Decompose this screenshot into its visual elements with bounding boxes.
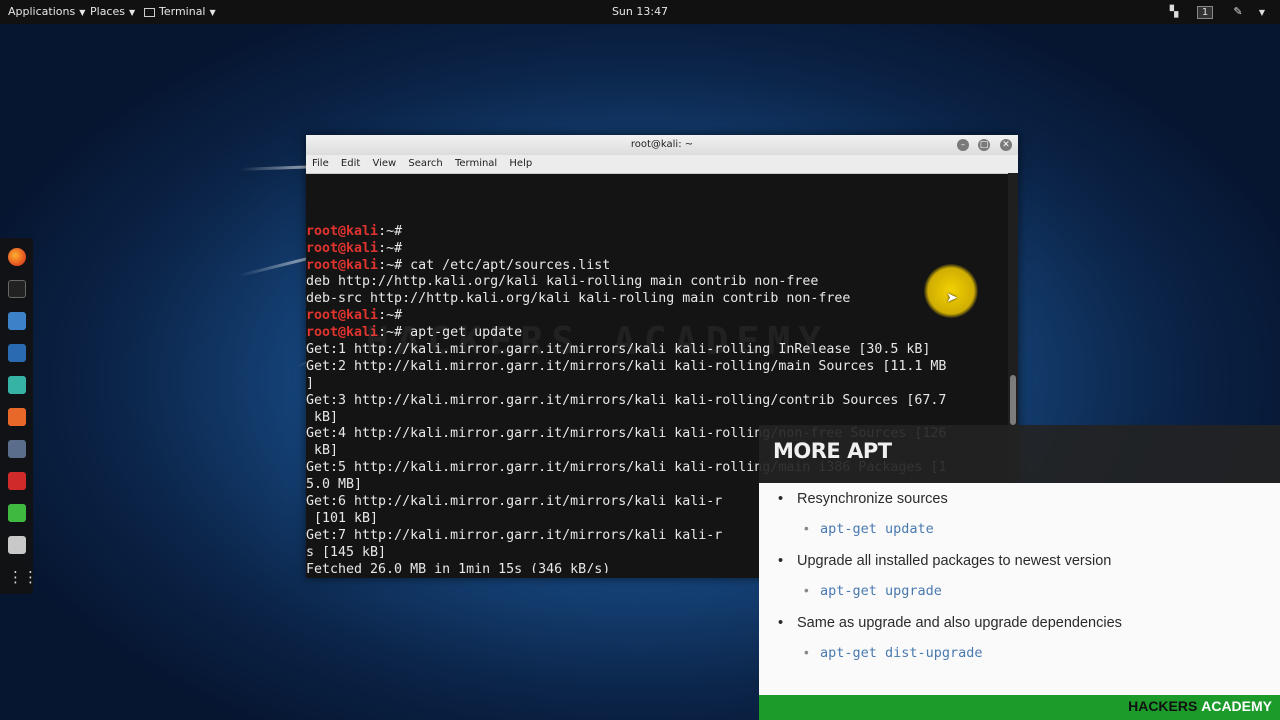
firefox-icon[interactable] [8, 248, 26, 266]
terminal-output-line: deb-src http://http.kali.org/kali kali-r… [306, 291, 851, 307]
files-icon[interactable] [8, 312, 26, 330]
slide-body: Resynchronize sources apt-get update Upg… [759, 483, 1280, 695]
menu-search[interactable]: Search [408, 155, 442, 173]
bullet-resynchronize: Resynchronize sources [778, 491, 948, 507]
scrollbar-thumb[interactable] [1010, 375, 1016, 425]
slide-footer: HACKERS ACADEMY [759, 695, 1280, 720]
prompt-user-host: root@kali [306, 240, 379, 256]
terminal-output-line: Get:3 http://kali.mirror.garr.it/mirrors… [306, 392, 947, 408]
slide-title: MORE APT [773, 439, 892, 463]
chevron-down-icon: ▼ [209, 8, 216, 17]
bullet-dist-upgrade: Same as upgrade and also upgrade depende… [778, 615, 1122, 631]
top-panel: Applications ▼ Places ▼ Terminal ▼ Sun 13:4… [0, 0, 1280, 24]
close-button[interactable]: ✕ [1000, 139, 1012, 151]
applications-label: Applications [8, 5, 76, 18]
menu-terminal[interactable]: Terminal [455, 155, 497, 173]
prompt-user-host: root@kali [306, 308, 379, 324]
terminal-icon [144, 7, 155, 17]
places-label: Places [90, 5, 125, 18]
terminal-menubar: File Edit View Search Terminal Help [306, 155, 1018, 174]
prompt-suffix: :~# [378, 223, 411, 239]
workspace-number: 1 [1196, 6, 1214, 19]
cherrytree-icon[interactable] [8, 536, 26, 554]
applications-menu[interactable]: Applications ▼ [8, 0, 85, 24]
tools-icon[interactable]: ✎ [1230, 0, 1246, 24]
command-apt-get-update: apt-get update [804, 521, 934, 537]
command-apt-get-dist-upgrade: apt-get dist-upgrade [804, 645, 983, 661]
window-title: root@kali: ~ [630, 139, 694, 150]
bullet-upgrade: Upgrade all installed packages to newest… [778, 553, 1111, 569]
chevron-down-icon: ▼ [128, 8, 136, 17]
chevron-down-icon: ▼ [1258, 8, 1266, 17]
minimize-button[interactable]: – [957, 139, 969, 151]
terminal-prompt-line: root@kali:~# apt-get update [306, 325, 1008, 342]
prompt-user-host: root@kali [306, 257, 379, 273]
metasploit-icon[interactable] [8, 344, 26, 362]
prompt-user-host: root@kali [306, 223, 379, 239]
terminal-prompt-line: root@kali:~# [306, 241, 1008, 258]
faraday-icon[interactable] [8, 472, 26, 490]
terminal-app-menu[interactable]: Terminal ▼ [144, 0, 216, 24]
prompt-suffix: :~# [378, 257, 411, 273]
armitage-icon[interactable] [8, 376, 26, 394]
prompt-suffix: :~# [378, 240, 411, 256]
slide-overlay: MORE APT Resynchronize sources apt-get u… [759, 425, 1280, 720]
power-menu[interactable]: ▼ [1254, 0, 1270, 24]
menu-view[interactable]: View [372, 155, 396, 173]
maltego-icon[interactable] [8, 440, 26, 458]
terminal-app-label: Terminal [159, 5, 206, 18]
terminal-prompt-line: root@kali:~# cat /etc/apt/sources.list [306, 258, 1008, 275]
brand-word-1: HACKERS [1128, 698, 1198, 714]
menu-help[interactable]: Help [509, 155, 532, 173]
terminal-output-line: deb http://http.kali.org/kali kali-rolli… [306, 274, 819, 290]
terminal-icon[interactable] [8, 280, 26, 298]
command-text: apt-get update [410, 325, 523, 341]
terminal-prompt-line: root@kali:~# [306, 224, 1008, 241]
leafpad-icon[interactable] [8, 504, 26, 522]
prompt-suffix: :~# [378, 308, 411, 324]
terminal-output-line: ] [306, 375, 315, 391]
places-menu[interactable]: Places ▼ [90, 0, 135, 24]
terminal-output-line: Get:1 http://kali.mirror.garr.it/mirrors… [306, 341, 931, 357]
workspace-indicator[interactable]: 1 [1196, 0, 1214, 24]
maximize-button[interactable]: □ [978, 139, 990, 151]
command-text: cat /etc/apt/sources.list [410, 257, 611, 273]
menu-edit[interactable]: Edit [341, 155, 360, 173]
menu-file[interactable]: File [312, 155, 329, 173]
terminal-output-line: kB] [306, 409, 339, 425]
brand-logo: HACKERS ACADEMY [1128, 698, 1272, 714]
terminal-output-line: Get:2 http://kali.mirror.garr.it/mirrors… [306, 358, 947, 374]
window-titlebar[interactable]: root@kali: ~ – □ ✕ [306, 135, 1018, 155]
prompt-suffix: :~# [378, 325, 411, 341]
terminal-prompt-line: root@kali:~# [306, 308, 1008, 325]
network-icon[interactable]: ▚ [1166, 0, 1182, 24]
brand-word-2: ACADEMY [1201, 698, 1272, 714]
dock: ⋮⋮ [0, 238, 38, 594]
command-apt-get-upgrade: apt-get upgrade [804, 583, 942, 599]
chevron-down-icon: ▼ [79, 8, 86, 17]
mouse-pointer-icon: ➤ [946, 290, 958, 306]
slide-header: MORE APT [759, 425, 1280, 483]
show-apps-icon[interactable]: ⋮⋮ [8, 568, 38, 586]
burpsuite-icon[interactable] [8, 408, 26, 426]
prompt-user-host: root@kali [306, 325, 379, 341]
